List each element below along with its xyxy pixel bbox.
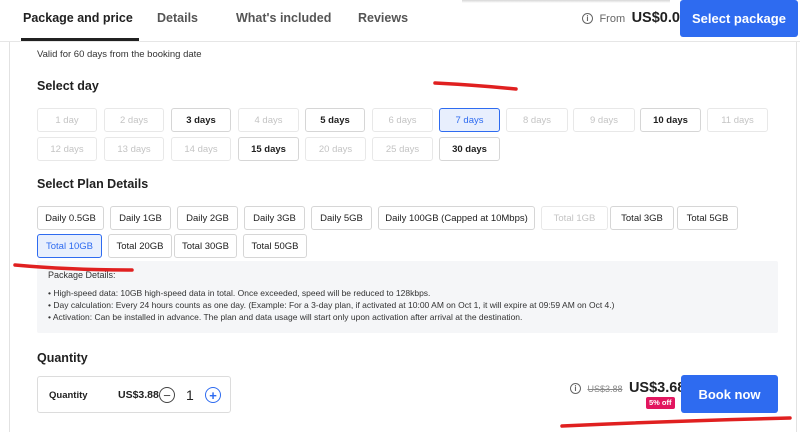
day-option-5-days[interactable]: 5 days: [305, 108, 365, 132]
plan-option-daily-1gb[interactable]: Daily 1GB: [110, 206, 171, 230]
day-option-3-days[interactable]: 3 days: [171, 108, 231, 132]
quantity-label: Quantity: [49, 390, 88, 401]
plan-option-total-20gb[interactable]: Total 20GB: [108, 234, 172, 258]
select-plan-title: Select Plan Details: [37, 177, 149, 191]
day-option-4-days: 4 days: [238, 108, 299, 132]
day-option-15-days[interactable]: 15 days: [238, 137, 299, 161]
total-price-display: i US$3.88 US$3.68: [570, 379, 685, 397]
package-detail-line: • Day calculation: Every 24 hours counts…: [48, 300, 615, 310]
day-option-11-days: 11 days: [707, 108, 768, 132]
plan-option-total-50gb[interactable]: Total 50GB: [243, 234, 307, 258]
plan-option-daily-0-5gb[interactable]: Daily 0.5GB: [37, 206, 104, 230]
dropdown-shadow: [462, 0, 670, 3]
info-icon[interactable]: i: [582, 13, 593, 24]
day-option-13-days: 13 days: [104, 137, 164, 161]
package-detail-line: • High-speed data: 10GB high-speed data …: [48, 288, 431, 298]
discount-badge: 5% off: [646, 397, 675, 409]
day-option-12-days: 12 days: [37, 137, 97, 161]
plan-option-daily-100gb-capped-at-10mbps[interactable]: Daily 100GB (Capped at 10Mbps): [378, 206, 535, 230]
card-border-right: [796, 42, 797, 432]
quantity-box: Quantity US$3.88 − 1 +: [37, 376, 231, 413]
plan-option-total-30gb[interactable]: Total 30GB: [174, 234, 237, 258]
plus-circle-icon[interactable]: +: [205, 387, 221, 403]
minus-circle-icon[interactable]: −: [159, 387, 175, 403]
day-option-25-days: 25 days: [372, 137, 433, 161]
plan-option-daily-2gb[interactable]: Daily 2GB: [177, 206, 238, 230]
day-option-9-days: 9 days: [573, 108, 635, 132]
day-option-1-day: 1 day: [37, 108, 97, 132]
top-nav-bar: Package and price Details What's include…: [0, 0, 800, 42]
plan-option-total-5gb[interactable]: Total 5GB: [677, 206, 738, 230]
original-price: US$3.88: [587, 384, 623, 394]
select-package-button[interactable]: Select package: [680, 0, 798, 37]
day-option-2-days: 2 days: [104, 108, 164, 132]
day-option-20-days: 20 days: [305, 137, 366, 161]
info-icon[interactable]: i: [570, 383, 581, 394]
plan-option-daily-5gb[interactable]: Daily 5GB: [311, 206, 372, 230]
validity-text: Valid for 60 days from the booking date: [37, 49, 202, 60]
tab-whats-included[interactable]: What's included: [236, 11, 331, 25]
plan-option-daily-3gb[interactable]: Daily 3GB: [244, 206, 305, 230]
annotation-stroke: [433, 81, 518, 91]
book-now-button[interactable]: Book now: [681, 375, 778, 413]
from-price-display: i From US$0.08: [582, 9, 688, 27]
select-day-title: Select day: [37, 79, 99, 93]
unit-price: US$3.88: [118, 389, 159, 401]
package-details-title: Package Details:: [48, 270, 116, 280]
tab-package-and-price[interactable]: Package and price: [23, 11, 133, 25]
plan-option-total-3gb[interactable]: Total 3GB: [610, 206, 674, 230]
from-label: From: [599, 13, 626, 25]
day-option-14-days: 14 days: [171, 137, 231, 161]
card-border-left: [9, 42, 10, 432]
tab-details[interactable]: Details: [157, 11, 198, 25]
package-detail-line: • Activation: Can be installed in advanc…: [48, 312, 523, 322]
quantity-value: 1: [186, 387, 194, 403]
plan-option-total-10gb[interactable]: Total 10GB: [37, 234, 102, 258]
active-tab-indicator: [21, 38, 139, 41]
day-option-8-days: 8 days: [506, 108, 568, 132]
plan-option-total-1gb: Total 1GB: [541, 206, 608, 230]
quantity-title: Quantity: [37, 351, 88, 365]
day-option-10-days[interactable]: 10 days: [640, 108, 701, 132]
day-option-30-days[interactable]: 30 days: [439, 137, 500, 161]
tab-reviews[interactable]: Reviews: [358, 11, 408, 25]
discounted-price: US$3.68: [628, 380, 686, 396]
day-option-7-days[interactable]: 7 days: [439, 108, 500, 132]
package-details-box: Package Details: • High-speed data: 10GB…: [37, 261, 778, 333]
day-option-6-days: 6 days: [372, 108, 433, 132]
annotation-stroke: [560, 416, 792, 428]
